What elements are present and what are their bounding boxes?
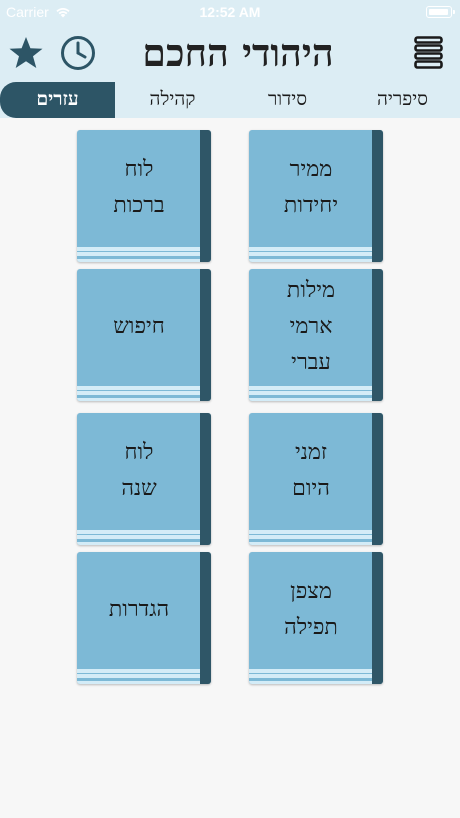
book-spine [200, 269, 211, 401]
book-label: זמני היום [292, 440, 330, 501]
tab-prayer-book[interactable]: סידור [230, 82, 345, 118]
book-search[interactable]: חיפוש [77, 269, 211, 401]
tools-grid: ממיר יחידות לוח ברכות מילות ארמי עברי חי… [0, 118, 460, 718]
battery-icon [426, 6, 455, 18]
book-pages [249, 669, 372, 684]
book-prayer-compass[interactable]: מצפן תפילה [249, 552, 383, 684]
book-pages [77, 386, 200, 401]
book-label: חיפוש [113, 314, 165, 339]
star-icon[interactable] [8, 35, 44, 71]
wifi-icon [56, 8, 70, 18]
book-pages [77, 530, 200, 545]
book-label: הגדרות [108, 597, 170, 622]
app-header: היהודי החכם [0, 24, 460, 82]
books-stack-icon[interactable] [414, 36, 444, 70]
book-unit-converter[interactable]: ממיר יחידות [249, 130, 383, 262]
book-spine [200, 413, 211, 545]
book-spine [372, 552, 383, 684]
book-daily-times[interactable]: זמני היום [249, 413, 383, 545]
book-label: מצפן תפילה [284, 579, 338, 640]
book-calendar[interactable]: לוח שנה [77, 413, 211, 545]
tab-library[interactable]: סיפריה [345, 82, 460, 118]
book-label: ממיר יחידות [283, 157, 339, 218]
book-pages [77, 669, 200, 684]
book-settings[interactable]: הגדרות [77, 552, 211, 684]
status-bar: Carrier 12:52 AM [0, 0, 460, 24]
tab-tools[interactable]: עזרים [0, 82, 115, 118]
tab-bar: סיפריה סידור קהילה עזרים [0, 82, 460, 118]
app-title: היהודי החכם [142, 30, 334, 75]
tab-community[interactable]: קהילה [115, 82, 230, 118]
book-aramaic-dictionary[interactable]: מילות ארמי עברי [249, 269, 383, 401]
book-spine [372, 269, 383, 401]
carrier-info: Carrier [6, 4, 71, 20]
book-label: לוח שנה [121, 440, 157, 501]
book-spine [372, 413, 383, 545]
book-spine [200, 552, 211, 684]
book-blessings-table[interactable]: לוח ברכות [77, 130, 211, 262]
carrier-label: Carrier [6, 4, 49, 20]
book-spine [372, 130, 383, 262]
clock-icon[interactable] [60, 35, 96, 71]
book-spine [200, 130, 211, 262]
book-label: לוח ברכות [113, 157, 165, 218]
book-label: מילות ארמי עברי [286, 278, 336, 375]
book-pages [249, 530, 372, 545]
book-pages [249, 386, 372, 401]
book-pages [249, 247, 372, 262]
book-pages [77, 247, 200, 262]
